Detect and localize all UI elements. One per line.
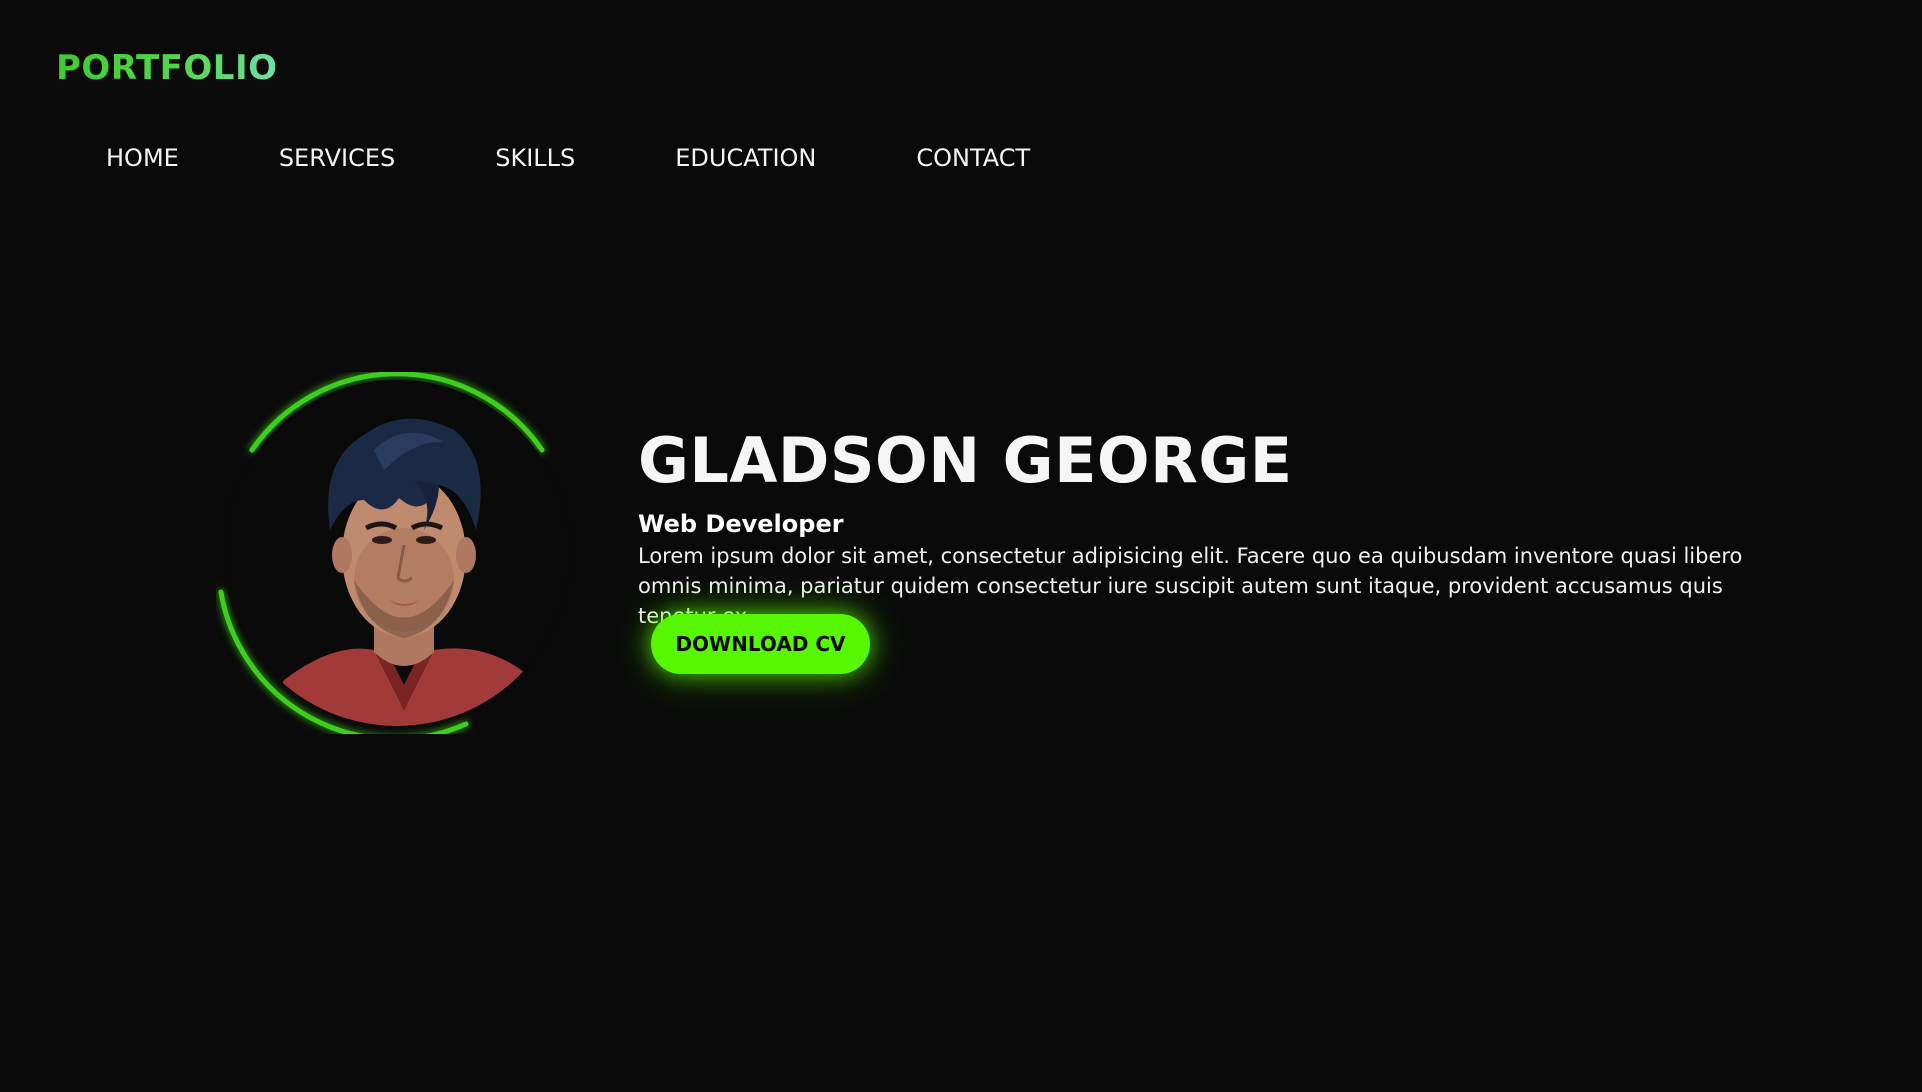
- hero-name: GLADSON GEORGE: [638, 424, 1293, 497]
- profile-photo-icon: [224, 380, 570, 726]
- nav-item-skills[interactable]: SKILLS: [495, 144, 575, 172]
- nav-item-services[interactable]: SERVICES: [279, 144, 395, 172]
- avatar: [224, 380, 570, 726]
- nav-item-education[interactable]: EDUCATION: [675, 144, 816, 172]
- nav-item-home[interactable]: HOME: [106, 144, 179, 172]
- page: PORTFOLIO HOME SERVICES SKILLS EDUCATION…: [0, 0, 1922, 1092]
- hero-section: GLADSON GEORGE Web Developer Lorem ipsum…: [638, 425, 1798, 631]
- nav-item-contact[interactable]: CONTACT: [916, 144, 1030, 172]
- hero-role: Web Developer: [638, 510, 844, 538]
- brand-logo[interactable]: PORTFOLIO: [56, 48, 278, 88]
- main-nav: HOME SERVICES SKILLS EDUCATION CONTACT: [106, 144, 1030, 172]
- download-cv-button[interactable]: DOWNLOAD CV: [651, 614, 870, 674]
- profile-photo-frame: [216, 372, 578, 734]
